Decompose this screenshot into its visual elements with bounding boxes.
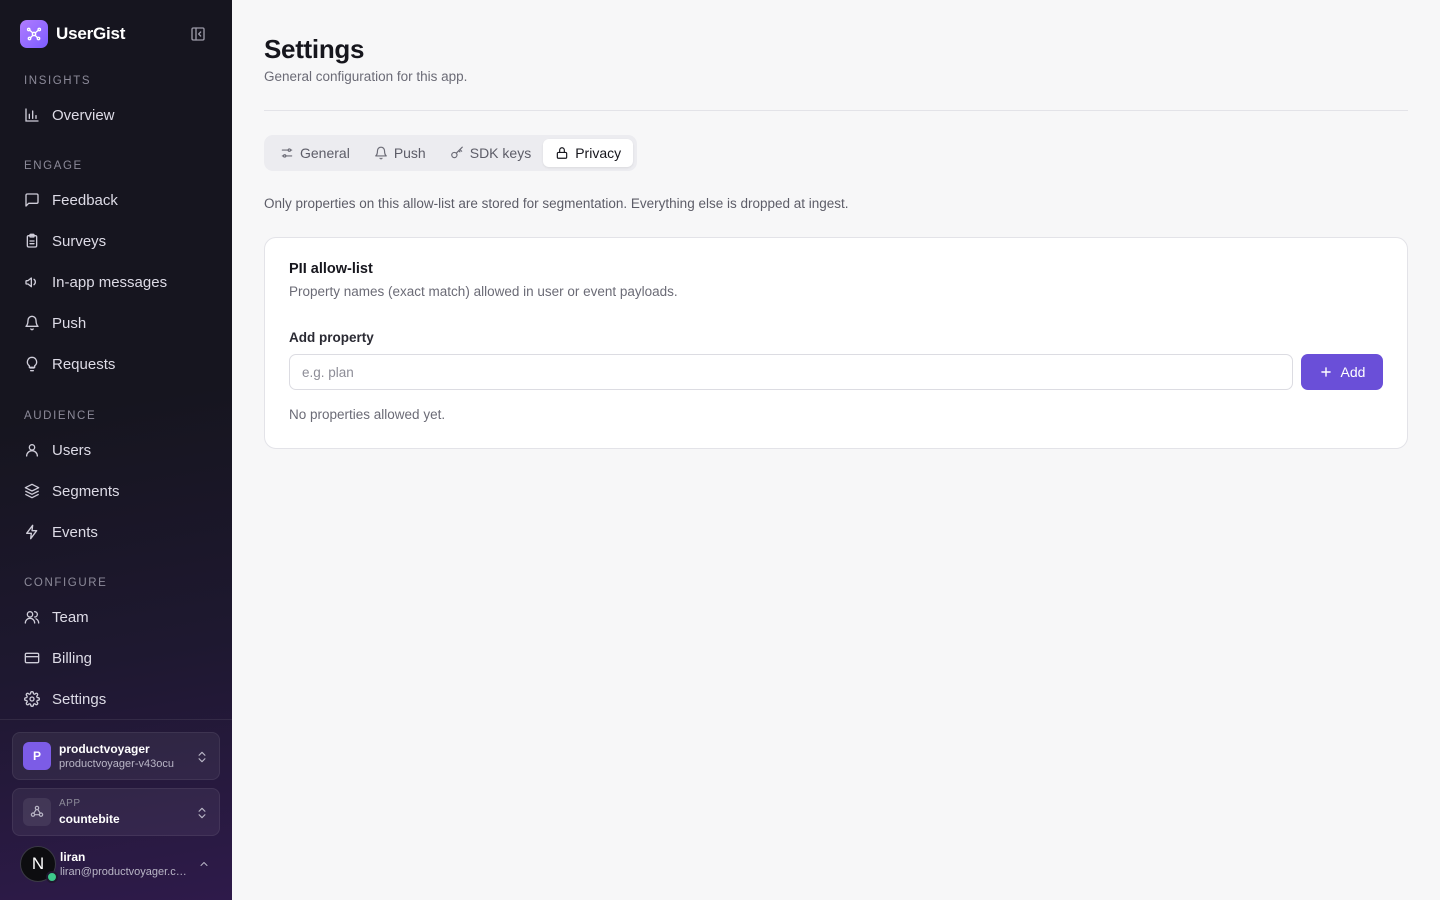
empty-state-text: No properties allowed yet. <box>289 407 446 422</box>
org-name: productvoyager <box>59 742 150 756</box>
chevrons-up-down-icon <box>198 751 206 763</box>
sidebar-item-label: Push <box>52 314 87 332</box>
app-switcher[interactable]: APP countebite <box>12 788 220 836</box>
brand[interactable]: UserGist <box>20 20 125 48</box>
gear-icon <box>24 691 40 707</box>
sidebar-item-label: Requests <box>52 355 116 373</box>
sidebar-item-settings[interactable]: Settings <box>12 681 220 717</box>
tab-general[interactable]: General <box>268 139 362 167</box>
add-property-label: Add property <box>289 330 374 345</box>
sidebar-item-push[interactable]: Push <box>12 305 220 341</box>
collapse-sidebar-button[interactable] <box>188 24 208 44</box>
tab-label: Privacy <box>575 145 622 161</box>
sidebar-item-surveys[interactable]: Surveys <box>12 223 220 259</box>
sidebar-item-requests[interactable]: Requests <box>12 346 220 382</box>
add-button-label: Add <box>1340 364 1366 380</box>
users-icon <box>24 609 40 625</box>
tab-sdk-keys[interactable]: SDK keys <box>438 139 543 167</box>
sidebar-item-users[interactable]: Users <box>12 432 220 468</box>
sidebar-item-events[interactable]: Events <box>12 514 220 550</box>
plus-icon <box>1319 365 1333 379</box>
user-icon <box>24 442 40 458</box>
online-status-dot <box>46 871 58 883</box>
bell-icon <box>24 315 40 331</box>
app-name: countebite <box>59 812 120 826</box>
avatar-initial: N <box>31 854 45 873</box>
sidebar-item-billing[interactable]: Billing <box>12 640 220 676</box>
settings-tabs: General Push SDK keys Privacy <box>264 135 638 171</box>
app-network-icon <box>23 798 51 826</box>
chevrons-up-down-icon <box>198 807 206 819</box>
org-slug: productvoyager-v43ocu <box>59 758 174 770</box>
sidebar-item-label: Feedback <box>52 191 118 209</box>
section-label-audience: AUDIENCE <box>24 410 97 422</box>
layers-icon <box>24 483 40 499</box>
sidebar-item-overview[interactable]: Overview <box>12 97 220 133</box>
sidebar-item-label: Surveys <box>52 232 107 250</box>
sidebar-item-label: Events <box>52 523 98 541</box>
tab-label: General <box>300 145 350 161</box>
app-caption: APP <box>59 798 81 809</box>
sidebar: UserGist INSIGHTS Overview ENGAGE Feedba… <box>0 0 232 900</box>
org-avatar: P <box>23 742 51 770</box>
zap-icon <box>24 524 40 540</box>
chevron-up-icon <box>200 862 208 866</box>
property-input[interactable] <box>289 354 1293 390</box>
sidebar-item-feedback[interactable]: Feedback <box>12 182 220 218</box>
user-menu[interactable]: N liran liran@productvoyager.co... <box>20 844 220 884</box>
sidebar-item-in-app-messages[interactable]: In-app messages <box>12 264 220 300</box>
bell-icon <box>374 146 388 160</box>
brand-name: UserGist <box>56 24 126 43</box>
page-title: Settings <box>264 34 365 64</box>
tab-label: SDK keys <box>469 145 532 161</box>
section-label-configure: CONFIGURE <box>24 577 108 589</box>
card-title: PII allow-list <box>289 261 373 277</box>
lock-icon <box>555 146 569 160</box>
key-icon <box>450 146 464 160</box>
megaphone-icon <box>24 274 40 290</box>
sidebar-item-label: Segments <box>52 482 120 500</box>
card-description: Property names (exact match) allowed in … <box>289 284 678 299</box>
clipboard-icon <box>24 233 40 249</box>
section-label-insights: INSIGHTS <box>24 75 92 87</box>
user-name: liran <box>60 850 86 864</box>
pii-allow-list-card: PII allow-list Property names (exact mat… <box>264 237 1408 449</box>
sidebar-item-label: Overview <box>52 106 115 124</box>
sidebar-item-team[interactable]: Team <box>12 599 220 635</box>
sidebar-item-label: In-app messages <box>52 273 168 291</box>
sidebar-divider <box>0 719 232 720</box>
add-property-button[interactable]: Add <box>1301 354 1383 390</box>
sidebar-item-label: Settings <box>52 690 107 708</box>
privacy-intro: Only properties on this allow-list are s… <box>264 196 849 211</box>
section-label-engage: ENGAGE <box>24 160 83 172</box>
sidebar-item-label: Team <box>52 608 89 626</box>
sidebar-collapse-icon <box>191 27 205 41</box>
page-subtitle: General configuration for this app. <box>264 69 468 84</box>
avatar: N <box>20 846 58 883</box>
sliders-icon <box>280 146 294 160</box>
tab-privacy[interactable]: Privacy <box>543 139 634 167</box>
credit-card-icon <box>24 650 40 666</box>
sparkle-network-icon <box>20 20 48 48</box>
user-email: liran@productvoyager.co... <box>60 866 190 878</box>
sidebar-item-label: Users <box>52 441 92 459</box>
sidebar-item-segments[interactable]: Segments <box>12 473 220 509</box>
message-square-icon <box>24 192 40 208</box>
org-switcher[interactable]: P productvoyager productvoyager-v43ocu <box>12 732 220 780</box>
bar-chart-icon <box>24 107 40 123</box>
tab-push[interactable]: Push <box>362 139 438 167</box>
tab-label: Push <box>393 145 426 161</box>
lightbulb-icon <box>24 356 40 372</box>
sidebar-item-label: Billing <box>52 649 93 667</box>
header-divider <box>264 110 1408 111</box>
